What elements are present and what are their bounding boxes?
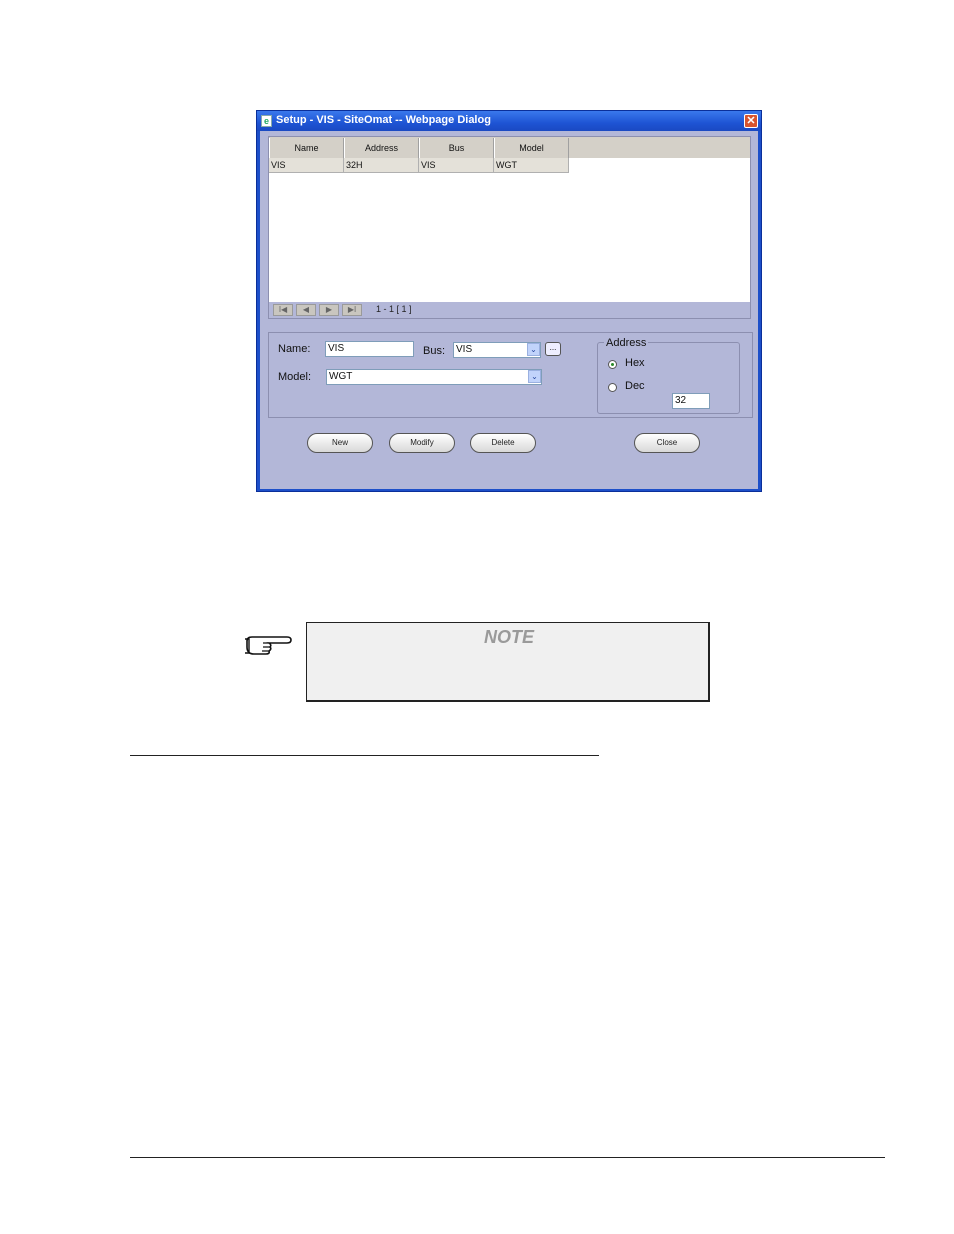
chevron-down-icon[interactable]: ⌄ — [527, 343, 540, 356]
first-page-button[interactable]: I◀ — [273, 304, 293, 316]
model-select-value: WGT — [329, 371, 353, 382]
grid-pager: I◀ ◀ ▶ ▶I 1 - 1 [ 1 ] — [269, 302, 750, 318]
modify-button[interactable]: Modify — [389, 433, 455, 453]
chevron-down-icon[interactable]: ⌄ — [528, 370, 541, 383]
new-button[interactable]: New — [307, 433, 373, 453]
last-page-button[interactable]: ▶I — [342, 304, 362, 316]
note-title: NOTE — [483, 627, 534, 647]
dec-radio[interactable] — [608, 383, 617, 392]
column-header-bus[interactable]: Bus — [419, 138, 494, 158]
close-window-button[interactable]: ✕ — [744, 114, 758, 128]
note-box: NOTE — [306, 622, 710, 702]
edit-panel: Name: VIS Bus: VIS ⌄ ... Model: WGT ⌄ Ad… — [268, 332, 753, 418]
table-cell-model[interactable]: WGT — [494, 158, 569, 173]
prev-page-button[interactable]: ◀ — [296, 304, 316, 316]
model-label: Model: — [278, 371, 312, 383]
bus-browse-button[interactable]: ... — [545, 342, 561, 356]
name-label: Name: — [278, 343, 311, 355]
pager-info: 1 - 1 [ 1 ] — [376, 304, 412, 314]
delete-button[interactable]: Delete — [470, 433, 536, 453]
window-title: Setup - VIS - SiteOmat -- Webpage Dialog — [276, 114, 491, 126]
title-bar[interactable]: e Setup - VIS - SiteOmat -- Webpage Dial… — [257, 111, 761, 131]
device-grid: Name Address Bus Model VIS 32H VIS WGT I… — [268, 136, 751, 319]
pointing-hand-icon — [245, 636, 292, 655]
column-header-name[interactable]: Name — [269, 138, 344, 158]
next-page-button[interactable]: ▶ — [319, 304, 339, 316]
hex-radio[interactable] — [608, 360, 617, 369]
bus-select-value: VIS — [456, 344, 473, 355]
dec-label: Dec — [625, 380, 645, 392]
hex-label: Hex — [625, 357, 645, 369]
address-value-field[interactable]: 32 — [672, 393, 710, 409]
grid-header: Name Address Bus Model — [269, 137, 750, 158]
close-button[interactable]: Close — [634, 433, 700, 453]
footer-divider — [130, 1157, 885, 1158]
table-cell-address[interactable]: 32H — [344, 158, 419, 173]
address-group: Address Hex Dec 32 — [597, 337, 740, 414]
dialog-client-area: Name Address Bus Model VIS 32H VIS WGT I… — [260, 131, 758, 489]
address-legend: Address — [604, 337, 649, 349]
column-header-address[interactable]: Address — [344, 138, 419, 158]
bus-label: Bus: — [423, 345, 446, 357]
ie-page-icon: e — [261, 115, 272, 127]
model-select[interactable]: WGT ⌄ — [326, 369, 542, 385]
section-divider — [130, 755, 599, 756]
table-cell-name[interactable]: VIS — [269, 158, 344, 173]
name-field[interactable]: VIS — [325, 341, 414, 357]
setup-dialog: e Setup - VIS - SiteOmat -- Webpage Dial… — [256, 110, 762, 492]
bus-select[interactable]: VIS ⌄ — [453, 342, 541, 358]
column-header-model[interactable]: Model — [494, 138, 569, 158]
table-cell-bus[interactable]: VIS — [419, 158, 494, 173]
